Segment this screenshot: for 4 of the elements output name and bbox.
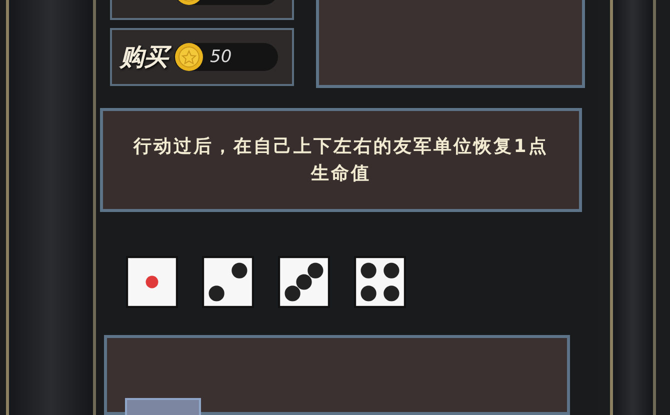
skill-description: 行动过后，在自己上下左右的友军单位恢复1点生命值 [132, 135, 550, 186]
buy-button[interactable]: 购买 50 [110, 28, 294, 86]
coin-icon [174, 42, 204, 72]
price-text: 50 [210, 47, 232, 67]
